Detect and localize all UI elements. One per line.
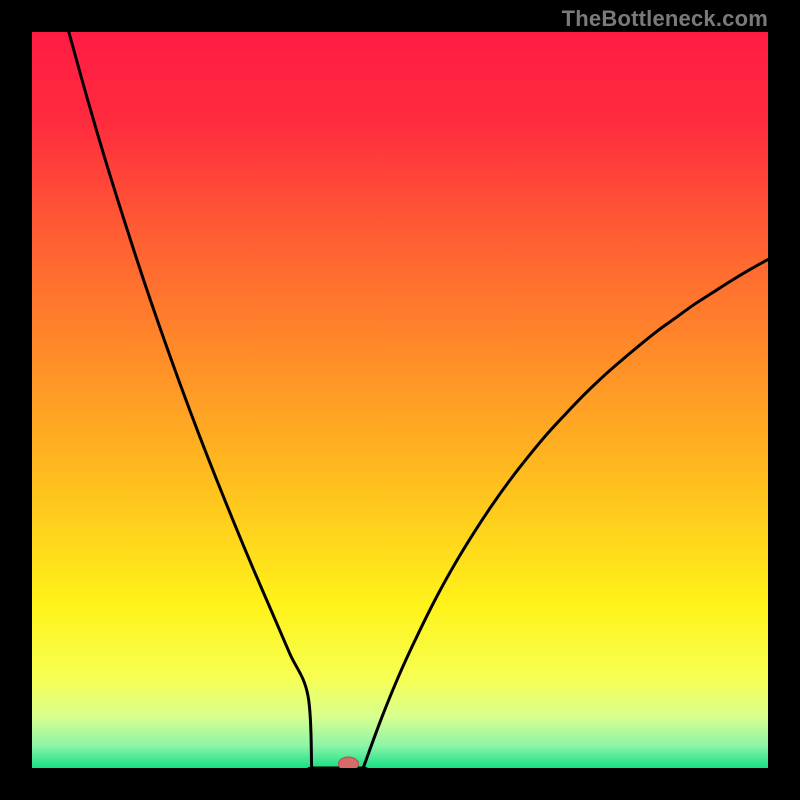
- plot-area: [32, 32, 768, 768]
- bottleneck-curve-chart: [32, 32, 768, 768]
- gradient-background: [32, 32, 768, 768]
- optimal-point-marker: [338, 757, 358, 768]
- watermark-text: TheBottleneck.com: [562, 6, 768, 32]
- chart-frame: TheBottleneck.com: [0, 0, 800, 800]
